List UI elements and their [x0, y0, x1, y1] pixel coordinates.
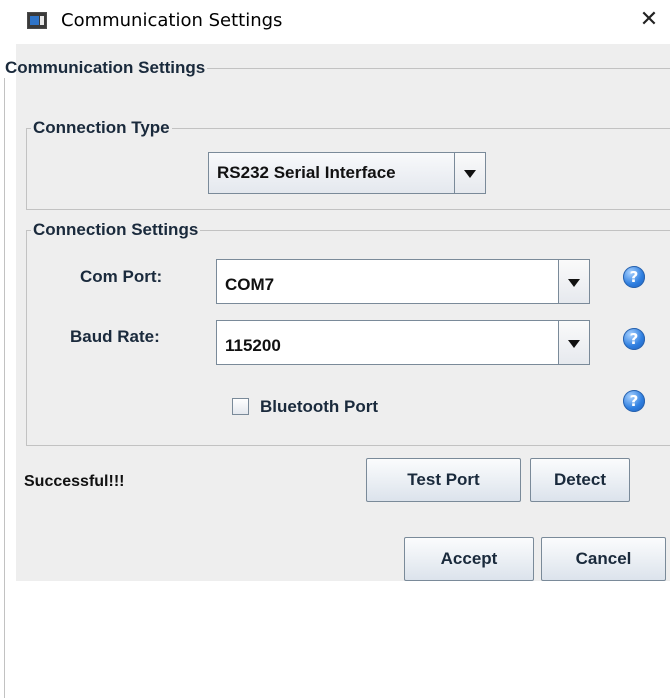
- com-port-value: COM7: [225, 275, 275, 294]
- chevron-down-icon[interactable]: [454, 153, 485, 193]
- bluetooth-port-label[interactable]: Bluetooth Port: [260, 397, 378, 417]
- baud-rate-label: Baud Rate:: [70, 327, 160, 346]
- app-window-icon: [27, 12, 47, 29]
- com-port-label: Com Port:: [80, 267, 163, 286]
- chevron-down-icon[interactable]: [558, 321, 589, 364]
- baud-rate-value: 115200: [225, 336, 281, 355]
- window-title: Communication Settings: [61, 10, 283, 31]
- bluetooth-port-checkbox[interactable]: [232, 398, 249, 415]
- test-port-button[interactable]: Test Port: [366, 458, 521, 502]
- connection-type-dropdown[interactable]: RS232 Serial Interface: [208, 152, 486, 194]
- baud-rate-dropdown[interactable]: 115200: [216, 320, 590, 365]
- help-icon[interactable]: ?: [623, 266, 645, 288]
- title-bar: Communication Settings ✕: [0, 0, 670, 44]
- status-text: Successful!!!: [24, 473, 125, 490]
- com-port-dropdown[interactable]: COM7: [216, 259, 590, 304]
- connection-settings-legend: Connection Settings: [33, 220, 199, 239]
- chevron-down-icon[interactable]: [558, 260, 589, 303]
- cancel-button[interactable]: Cancel: [541, 537, 666, 581]
- detect-button[interactable]: Detect: [530, 458, 630, 502]
- connection-type-value: RS232 Serial Interface: [217, 163, 396, 182]
- close-icon[interactable]: ✕: [634, 6, 664, 34]
- help-icon[interactable]: ?: [623, 328, 645, 350]
- communication-settings-legend: Communication Settings: [5, 58, 206, 77]
- connection-type-legend: Connection Type: [33, 118, 170, 137]
- accept-button[interactable]: Accept: [404, 537, 534, 581]
- help-icon[interactable]: ?: [623, 390, 645, 412]
